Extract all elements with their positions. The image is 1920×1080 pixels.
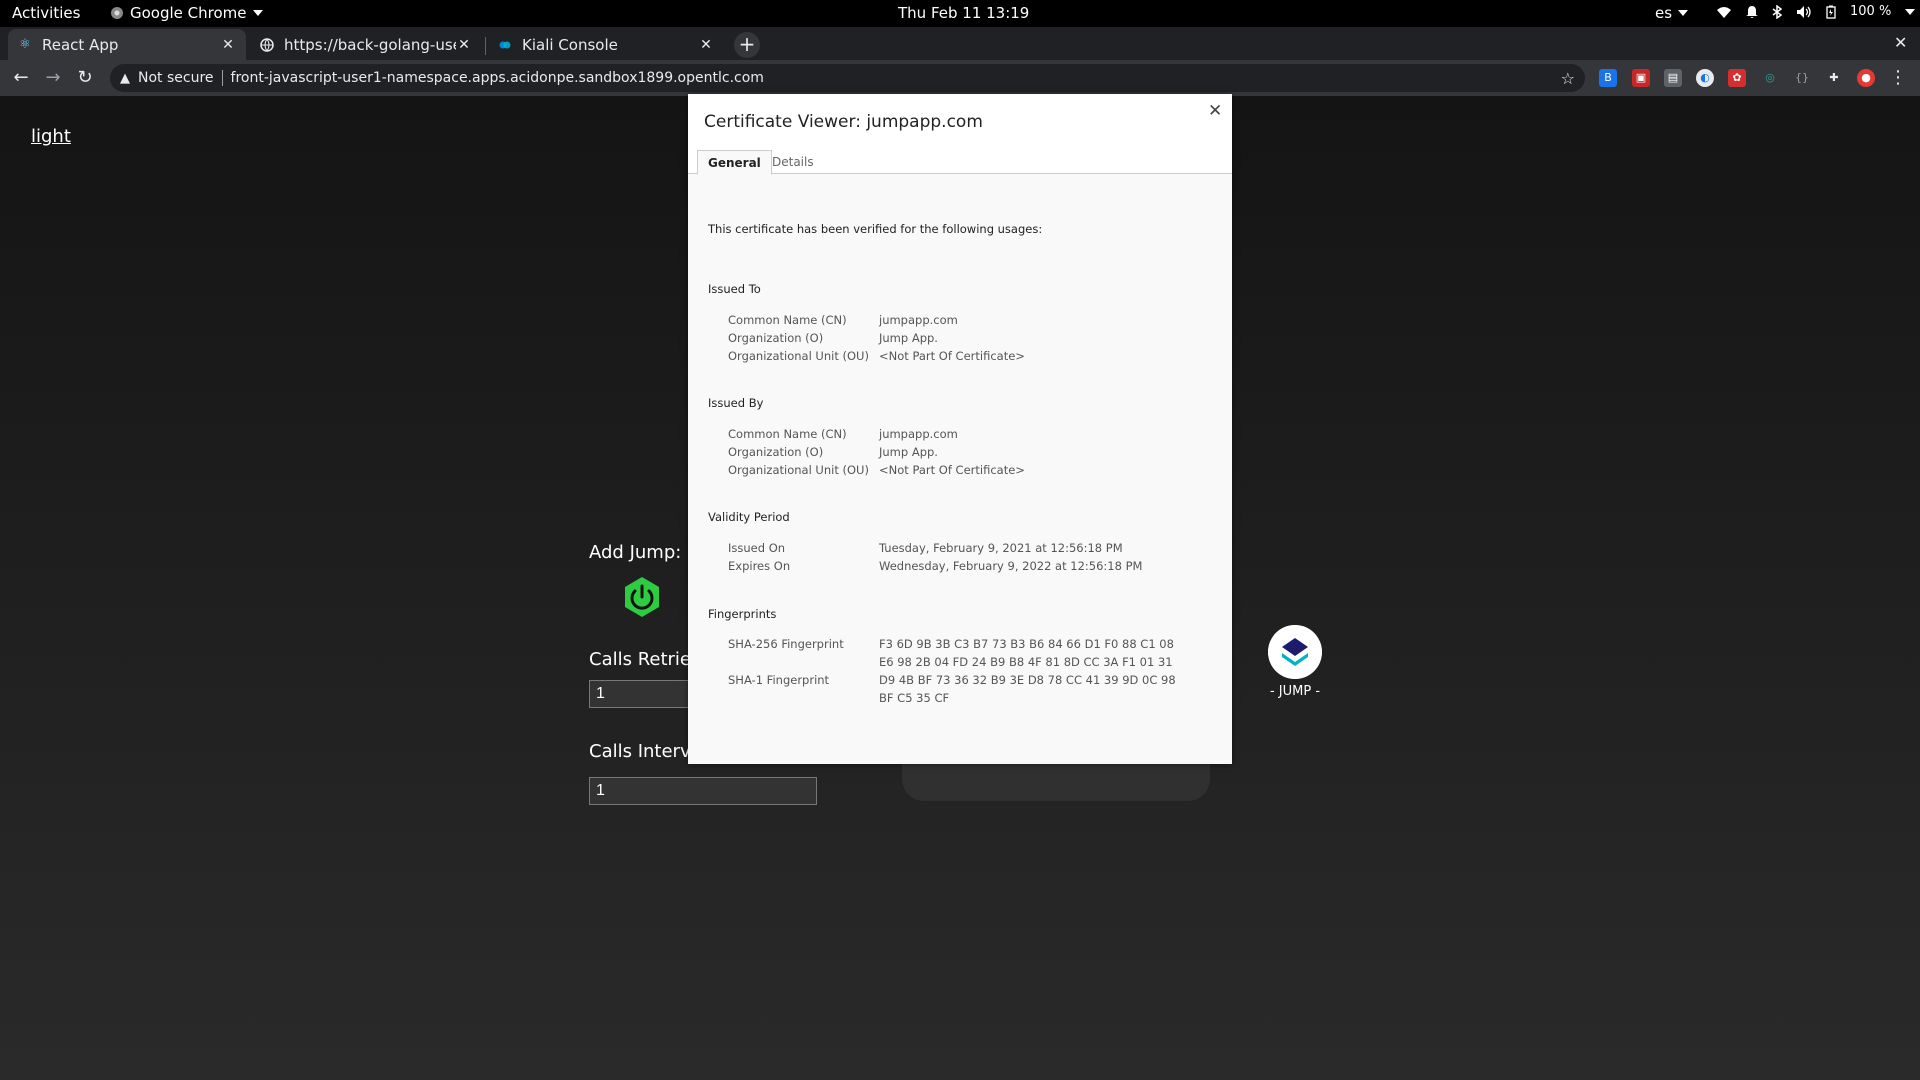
- section-heading: Fingerprints: [708, 607, 777, 621]
- close-icon[interactable]: ✕: [220, 37, 236, 53]
- section-heading: Issued By: [708, 396, 764, 410]
- field-key: Common Name (CN): [728, 427, 847, 441]
- jump-label: - JUMP -: [1269, 684, 1321, 699]
- volume-icon: [1797, 5, 1811, 18]
- field-value: Tuesday, February 9, 2021 at 12:56:18 PM: [879, 541, 1123, 555]
- security-label[interactable]: Not secure: [138, 70, 214, 86]
- more-menu-icon[interactable]: ⋮: [1886, 66, 1910, 90]
- back-arrow-icon[interactable]: ←: [9, 66, 33, 90]
- bookmark-star-icon[interactable]: ☆: [1561, 69, 1575, 88]
- usage-intro: This certificate has been verified for t…: [708, 222, 1043, 236]
- app-menu-label: Google Chrome: [130, 4, 247, 22]
- field-value: jumpapp.com: [879, 427, 958, 441]
- field-value: D9 4B BF 73 36 32 B9 3E D8 78 CC 41 39 9…: [879, 673, 1176, 687]
- extension-compass-icon[interactable]: ◐: [1696, 69, 1714, 87]
- new-tab-button[interactable]: +: [734, 32, 760, 58]
- extension-reader-icon[interactable]: ▤: [1664, 69, 1682, 87]
- address-bar[interactable]: ▲ Not secure front-javascript-user1-name…: [110, 64, 1585, 92]
- extension-ladybug-icon[interactable]: ✿: [1728, 69, 1746, 87]
- field-key: Organization (O): [728, 331, 824, 345]
- field-key: SHA-256 Fingerprint: [728, 637, 844, 651]
- forward-arrow-icon[interactable]: →: [41, 66, 65, 90]
- calls-interval-input[interactable]: [589, 777, 817, 805]
- globe-icon: [260, 37, 274, 52]
- activities-button[interactable]: Activities: [12, 4, 80, 22]
- certificate-viewer-dialog: Certificate Viewer: jumpapp.com ✕ Genera…: [688, 94, 1232, 764]
- field-value: Jump App.: [879, 445, 938, 459]
- field-value: <Not Part Of Certificate>: [879, 463, 1025, 477]
- clock[interactable]: Thu Feb 11 13:19: [898, 4, 1029, 22]
- tab-details[interactable]: Details: [762, 150, 824, 175]
- tab-general[interactable]: General: [697, 150, 772, 175]
- warning-icon[interactable]: ▲: [120, 71, 130, 86]
- field-key: Organization (O): [728, 445, 824, 459]
- field-key: Organizational Unit (OU): [728, 463, 869, 477]
- extensions-puzzle-icon[interactable]: ✚: [1825, 69, 1843, 87]
- close-icon[interactable]: ✕: [698, 37, 714, 53]
- extension-red-icon[interactable]: ▣: [1632, 69, 1650, 87]
- field-value: F3 6D 9B 3B C3 B7 73 B3 B6 84 66 D1 F0 8…: [879, 637, 1174, 651]
- notification-bell-icon: [1746, 5, 1758, 18]
- chrome-icon: [111, 7, 123, 19]
- tab-title: Kiali Console: [522, 35, 618, 54]
- add-jump-label: Add Jump:: [589, 542, 682, 563]
- field-value: BF C5 35 CF: [879, 691, 950, 705]
- tab-separator: [485, 37, 486, 55]
- field-value: jumpapp.com: [879, 313, 958, 327]
- window-close-icon[interactable]: ✕: [1894, 33, 1907, 52]
- field-value: E6 98 2B 04 FD 24 B9 B8 4F 81 8D CC 3A F…: [879, 655, 1173, 669]
- tab-back-golang[interactable]: https://back-golang-user1 ✕: [250, 29, 482, 60]
- close-icon[interactable]: ✕: [456, 37, 472, 53]
- kiali-icon: [498, 38, 512, 52]
- jump-logo-icon[interactable]: [1268, 625, 1322, 679]
- close-icon[interactable]: ✕: [1208, 101, 1222, 121]
- field-value: <Not Part Of Certificate>: [879, 349, 1025, 363]
- app-menu[interactable]: Google Chrome: [110, 4, 263, 22]
- tab-title: https://back-golang-user1: [284, 35, 456, 54]
- extension-target-icon[interactable]: ◎: [1761, 69, 1779, 87]
- field-key: Organizational Unit (OU): [728, 349, 869, 363]
- reload-icon[interactable]: ↻: [73, 66, 97, 90]
- tab-title: React App: [42, 35, 119, 54]
- tab-kiali-console[interactable]: Kiali Console ✕: [488, 29, 724, 60]
- extension-code-icon[interactable]: {}: [1793, 69, 1811, 87]
- field-value: Jump App.: [879, 331, 938, 345]
- chevron-down-icon: [252, 10, 263, 16]
- language-label: es: [1655, 4, 1673, 22]
- url-text[interactable]: front-javascript-user1-namespace.apps.ac…: [231, 70, 764, 86]
- profile-avatar[interactable]: ●: [1857, 69, 1875, 87]
- dialog-title: Certificate Viewer: jumpapp.com: [704, 112, 983, 132]
- react-icon: ⚛: [19, 36, 31, 52]
- system-top-bar: Activities Google Chrome Thu Feb 11 13:1…: [0, 0, 1920, 27]
- dialog-tabs: General Details: [688, 140, 1232, 175]
- chevron-down-icon: [1905, 8, 1916, 15]
- field-value: Wednesday, February 9, 2022 at 12:56:18 …: [879, 559, 1143, 573]
- field-key: SHA-1 Fingerprint: [728, 673, 830, 687]
- section-heading: Issued To: [708, 282, 761, 296]
- bluetooth-icon: [1772, 4, 1782, 19]
- field-key: Common Name (CN): [728, 313, 847, 327]
- wifi-icon: [1717, 6, 1731, 18]
- light-theme-link[interactable]: light: [31, 126, 71, 147]
- section-heading: Validity Period: [708, 510, 790, 524]
- field-key: Issued On: [728, 541, 786, 555]
- chevron-down-icon: [1678, 10, 1689, 16]
- tab-strip: ⚛ React App ✕ https://back-golang-user1 …: [0, 27, 1920, 60]
- battery-icon: [1826, 5, 1836, 19]
- system-tray[interactable]: 100 %: [1716, 4, 1916, 19]
- language-selector[interactable]: es: [1655, 4, 1689, 22]
- field-key: Expires On: [728, 559, 791, 573]
- calls-retries-label: Calls Retries: [589, 649, 701, 670]
- browser-toolbar: ← → ↻ ▲ Not secure front-javascript-user…: [0, 60, 1920, 96]
- power-button-icon[interactable]: [621, 576, 663, 618]
- divider: [221, 70, 223, 86]
- extension-b-icon[interactable]: B: [1599, 69, 1617, 87]
- battery-percent: 100 %: [1850, 4, 1892, 19]
- tab-react-app[interactable]: ⚛ React App ✕: [8, 29, 246, 60]
